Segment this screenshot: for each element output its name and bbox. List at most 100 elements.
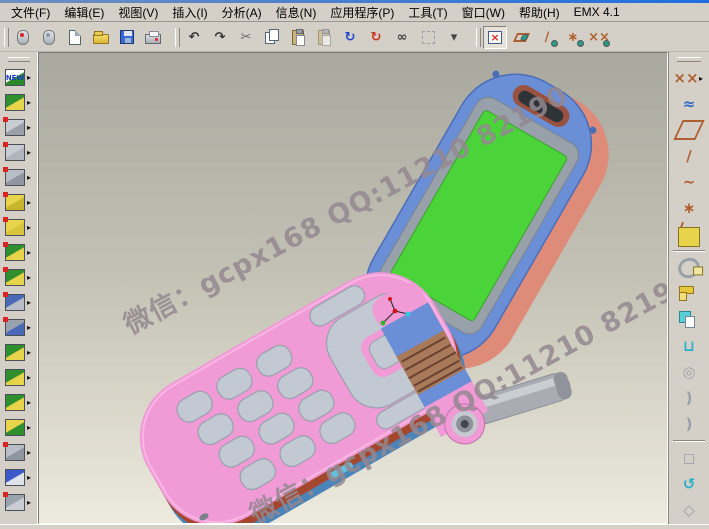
emx-support-pillar[interactable]: ▸ [0, 415, 37, 440]
view-cube[interactable]: ◻ [669, 445, 709, 471]
paste-button[interactable] [286, 26, 310, 49]
emx-toolbar: NEW▸▸▸▸▸▸▸▸▸▸▸▸▸▸▸▸▸▸ [0, 52, 38, 524]
print-icon [145, 34, 161, 44]
emx-cooling[interactable]: ▸ [0, 465, 37, 490]
menu-item-file[interactable]: 文件(F) [4, 3, 57, 22]
extrude[interactable] [669, 281, 709, 307]
paste-special-button[interactable] [312, 26, 336, 49]
regenerate-custom-button[interactable]: ↻ [364, 26, 388, 49]
datum-axes-toggle-button[interactable]: ∕ [535, 26, 559, 49]
phone-model [39, 53, 668, 524]
view-cube-icon: ◻ [678, 448, 700, 468]
cut-button[interactable]: ✂ [234, 26, 258, 49]
sketch-csys[interactable] [669, 221, 709, 247]
emx-sleeve-icon [5, 244, 25, 261]
emx-mold-component[interactable]: ▸ [0, 315, 37, 340]
print-button[interactable] [141, 26, 165, 49]
datum-csys-toggle-button[interactable]: ×× [587, 26, 611, 49]
app-window: 文件(F)编辑(E)视图(V)插入(I)分析(A)信息(N)应用程序(P)工具(… [0, 0, 709, 529]
toolbar-separator [673, 440, 705, 442]
flyout-arrow-icon: ▸ [27, 273, 31, 282]
revolve[interactable]: ◎ [669, 359, 709, 385]
menu-item-emx[interactable]: EMX 4.1 [567, 4, 627, 20]
menu-item-view[interactable]: 视图(V) [111, 3, 165, 22]
flyout-arrow-icon: ▸ [27, 473, 31, 482]
shell[interactable]: ⊔ [669, 333, 709, 359]
selection-dropdown-button[interactable]: ▾ [442, 26, 466, 49]
selection-box-button[interactable] [416, 26, 440, 49]
ellipse[interactable] [669, 255, 709, 281]
datum-point-icon: ∗ [678, 198, 700, 218]
centerline[interactable]: ∕ [669, 143, 709, 169]
emx-screw[interactable]: ▸ [0, 165, 37, 190]
regenerate-icon: ↻ [341, 28, 359, 46]
menu-item-tools[interactable]: 工具(T) [401, 3, 454, 22]
flyout-arrow-icon: ▸ [27, 148, 31, 157]
emx-sleeve[interactable]: ▸ [0, 240, 37, 265]
emx-ejector-pin[interactable]: ▸ [0, 190, 37, 215]
feature-toolbar: ××▸≈ ∕~ ∗ ⊔ ◎)) ◻ ↺ ◇ [668, 52, 709, 524]
datum-point[interactable]: ∗ [669, 195, 709, 221]
menu-item-info[interactable]: 信息(N) [269, 3, 324, 22]
emx-dowel[interactable]: ▸ [0, 140, 37, 165]
emx-cooling-icon [5, 469, 25, 486]
emx-plate-set[interactable]: ▸ [0, 390, 37, 415]
regenerate-custom-icon: ↻ [367, 28, 385, 46]
open-file-icon [93, 34, 109, 44]
undo-icon: ↶ [185, 28, 203, 46]
emx-moldbase[interactable]: ▸ [0, 90, 37, 115]
emx-project-new-icon: NEW [5, 69, 25, 86]
sweep[interactable]: ) [669, 385, 709, 411]
menu-item-analysis[interactable]: 分析(A) [215, 3, 269, 22]
mouse-link-button[interactable] [37, 26, 61, 49]
find-icon: ∞ [393, 28, 411, 46]
sweep-icon: ) [678, 388, 700, 408]
revolve-icon: ◎ [678, 362, 700, 382]
menu-item-edit[interactable]: 编辑(E) [57, 3, 111, 22]
refit-view[interactable]: ↺ [669, 471, 709, 497]
regenerate-button[interactable]: ↻ [338, 26, 362, 49]
datum-points-toggle-button[interactable]: ∗ [561, 26, 585, 49]
emx-equipment[interactable]: ▸ [0, 290, 37, 315]
emx-guide-pin[interactable]: ▸ [0, 115, 37, 140]
emx-misc-component-icon [5, 494, 25, 511]
find-button[interactable]: ∞ [390, 26, 414, 49]
spline[interactable]: ≈ [669, 91, 709, 117]
copy-geometry[interactable] [669, 307, 709, 333]
redo-button[interactable]: ↷ [208, 26, 232, 49]
blend[interactable]: ) [669, 411, 709, 437]
emx-lifter-icon [5, 344, 25, 361]
new-file-button[interactable] [63, 26, 87, 49]
emx-runner[interactable]: ▸ [0, 440, 37, 465]
mouse-help-button[interactable] [11, 26, 35, 49]
menu-item-help[interactable]: 帮助(H) [512, 3, 567, 22]
undo-button[interactable]: ↶ [182, 26, 206, 49]
emx-lifter[interactable]: ▸ [0, 340, 37, 365]
boundary[interactable]: ◇ [669, 497, 709, 523]
curve[interactable]: ~ [669, 169, 709, 195]
emx-moldbase-icon [5, 94, 25, 111]
flyout-arrow-icon: ▸ [27, 123, 31, 132]
menu-item-insert[interactable]: 插入(I) [165, 3, 214, 22]
selection-filter-button[interactable] [483, 26, 507, 49]
emx-misc-component[interactable]: ▸ [0, 490, 37, 515]
emx-latch[interactable]: ▸ [0, 365, 37, 390]
emx-project-new[interactable]: NEW▸ [0, 65, 37, 90]
emx-ejector-pin-2[interactable]: ▸ [0, 215, 37, 240]
emx-mold-component-icon [5, 319, 25, 336]
copy-geometry-icon [678, 310, 700, 330]
sketch-points[interactable]: ××▸ [669, 65, 709, 91]
datum-planes-toggle-button[interactable] [509, 26, 533, 49]
emx-ejector-pin-2-icon [5, 219, 25, 236]
toolbar-group-file [2, 24, 170, 51]
menu-item-window[interactable]: 窗口(W) [455, 3, 512, 22]
3d-viewport[interactable]: 微信：gcpx168 QQ:11210 82190 微信：gcpx168 QQ:… [38, 52, 668, 524]
save-file-button[interactable] [115, 26, 139, 49]
open-file-button[interactable] [89, 26, 113, 49]
menu-item-applications[interactable]: 应用程序(P) [323, 3, 401, 22]
refit-view-icon: ↺ [678, 474, 700, 494]
flyout-arrow-icon: ▸ [27, 298, 31, 307]
emx-slider[interactable]: ▸ [0, 265, 37, 290]
parallelogram[interactable] [669, 117, 709, 143]
copy-button[interactable] [260, 26, 284, 49]
